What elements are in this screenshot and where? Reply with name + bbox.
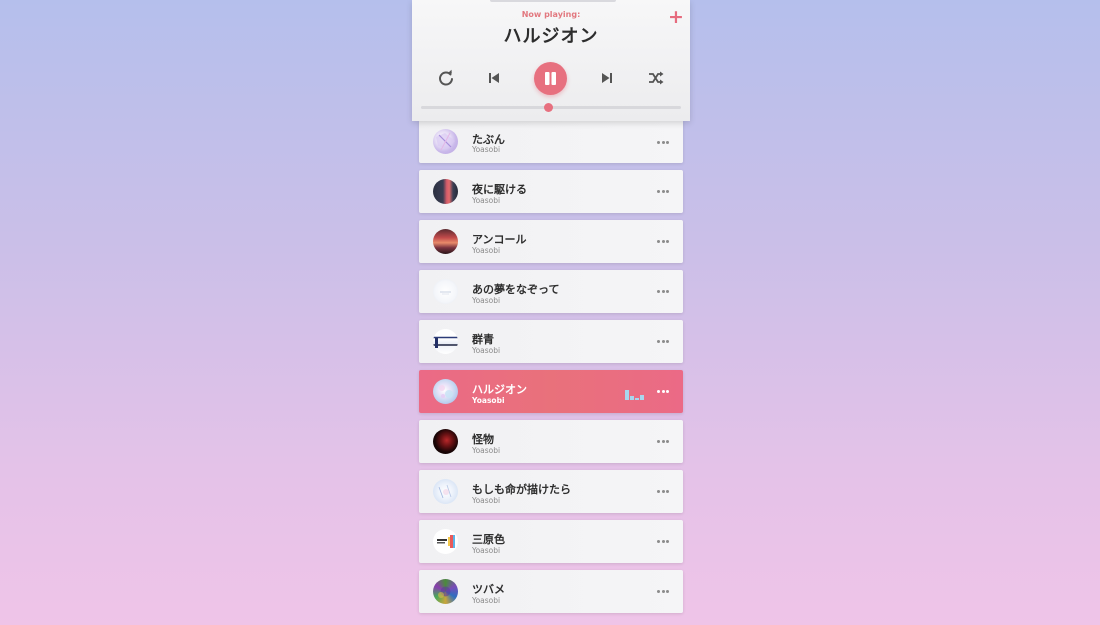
song-title: もしも命が描けたら: [472, 483, 571, 496]
equalizer-icon: [625, 385, 644, 400]
previous-icon: [489, 73, 499, 83]
previous-button[interactable]: [485, 69, 503, 87]
next-icon: [602, 73, 612, 83]
now-playing-panel: Now playing: ハルジオン +: [412, 0, 690, 121]
album-cover: [433, 579, 458, 604]
repeat-button[interactable]: [437, 69, 455, 87]
song-title: 怪物: [472, 433, 494, 446]
more-options-icon[interactable]: [657, 488, 669, 494]
song-title: 三原色: [472, 533, 505, 546]
song-artist: Yoasobi: [472, 546, 501, 555]
song-item[interactable]: あの夢をなぞって Yoasobi: [419, 270, 683, 313]
repeat-icon: [439, 69, 453, 86]
song-list: たぶん Yoasobi 夜に駆ける Yoasobi アンコール Yoasobi …: [419, 121, 683, 620]
song-artist: Yoasobi: [472, 145, 501, 154]
song-item[interactable]: ツバメ Yoasobi: [419, 570, 683, 613]
song-title: アンコール: [472, 233, 527, 246]
song-title: あの夢をなぞって: [472, 283, 560, 296]
song-item-active[interactable]: ハルジオン Yoasobi: [419, 370, 683, 413]
more-options-icon[interactable]: [657, 139, 669, 145]
song-item[interactable]: 群青 Yoasobi: [419, 320, 683, 363]
song-item[interactable]: たぶん Yoasobi: [419, 121, 683, 163]
song-artist: Yoasobi: [472, 246, 501, 255]
album-cover: [433, 429, 458, 454]
album-cover: [433, 179, 458, 204]
panel-handle: [490, 0, 616, 2]
song-title: ハルジオン: [472, 383, 527, 396]
song-title: 群青: [472, 333, 494, 346]
song-item[interactable]: 三原色 Yoasobi: [419, 520, 683, 563]
album-cover: [433, 379, 458, 404]
progress-bar[interactable]: [421, 103, 681, 112]
album-cover: [433, 279, 458, 304]
song-item[interactable]: 怪物 Yoasobi: [419, 420, 683, 463]
more-options-icon[interactable]: [657, 188, 669, 194]
now-playing-title: ハルジオン: [503, 26, 599, 47]
now-playing-label: Now playing:: [521, 10, 581, 19]
song-title: ツバメ: [472, 583, 505, 596]
more-options-icon[interactable]: [657, 588, 669, 594]
song-item[interactable]: アンコール Yoasobi: [419, 220, 683, 263]
album-cover: [433, 129, 458, 154]
album-cover: [433, 529, 458, 554]
more-options-icon[interactable]: [657, 438, 669, 444]
song-artist: Yoasobi: [472, 346, 501, 355]
shuffle-icon: [649, 71, 664, 85]
more-options-icon[interactable]: [657, 338, 669, 344]
more-options-icon[interactable]: [657, 288, 669, 294]
add-song-button[interactable]: +: [668, 8, 684, 27]
album-cover: [433, 229, 458, 254]
pause-icon: [545, 72, 556, 85]
song-artist: Yoasobi: [472, 196, 501, 205]
more-options-icon[interactable]: [657, 538, 669, 544]
song-artist: Yoasobi: [472, 446, 501, 455]
song-item[interactable]: 夜に駆ける Yoasobi: [419, 170, 683, 213]
album-cover: [433, 329, 458, 354]
next-button[interactable]: [598, 69, 616, 87]
more-options-icon[interactable]: [657, 238, 669, 244]
more-options-icon[interactable]: [657, 388, 669, 394]
pause-button[interactable]: [534, 62, 567, 95]
song-item[interactable]: もしも命が描けたら Yoasobi: [419, 470, 683, 513]
song-artist: Yoasobi: [472, 596, 501, 605]
shuffle-button[interactable]: [647, 69, 665, 87]
progress-handle[interactable]: [544, 103, 554, 112]
song-artist: Yoasobi: [472, 496, 501, 505]
song-title: 夜に駆ける: [472, 183, 527, 196]
album-cover: [433, 479, 458, 504]
song-artist: Yoasobi: [472, 396, 505, 405]
song-artist: Yoasobi: [472, 296, 501, 305]
